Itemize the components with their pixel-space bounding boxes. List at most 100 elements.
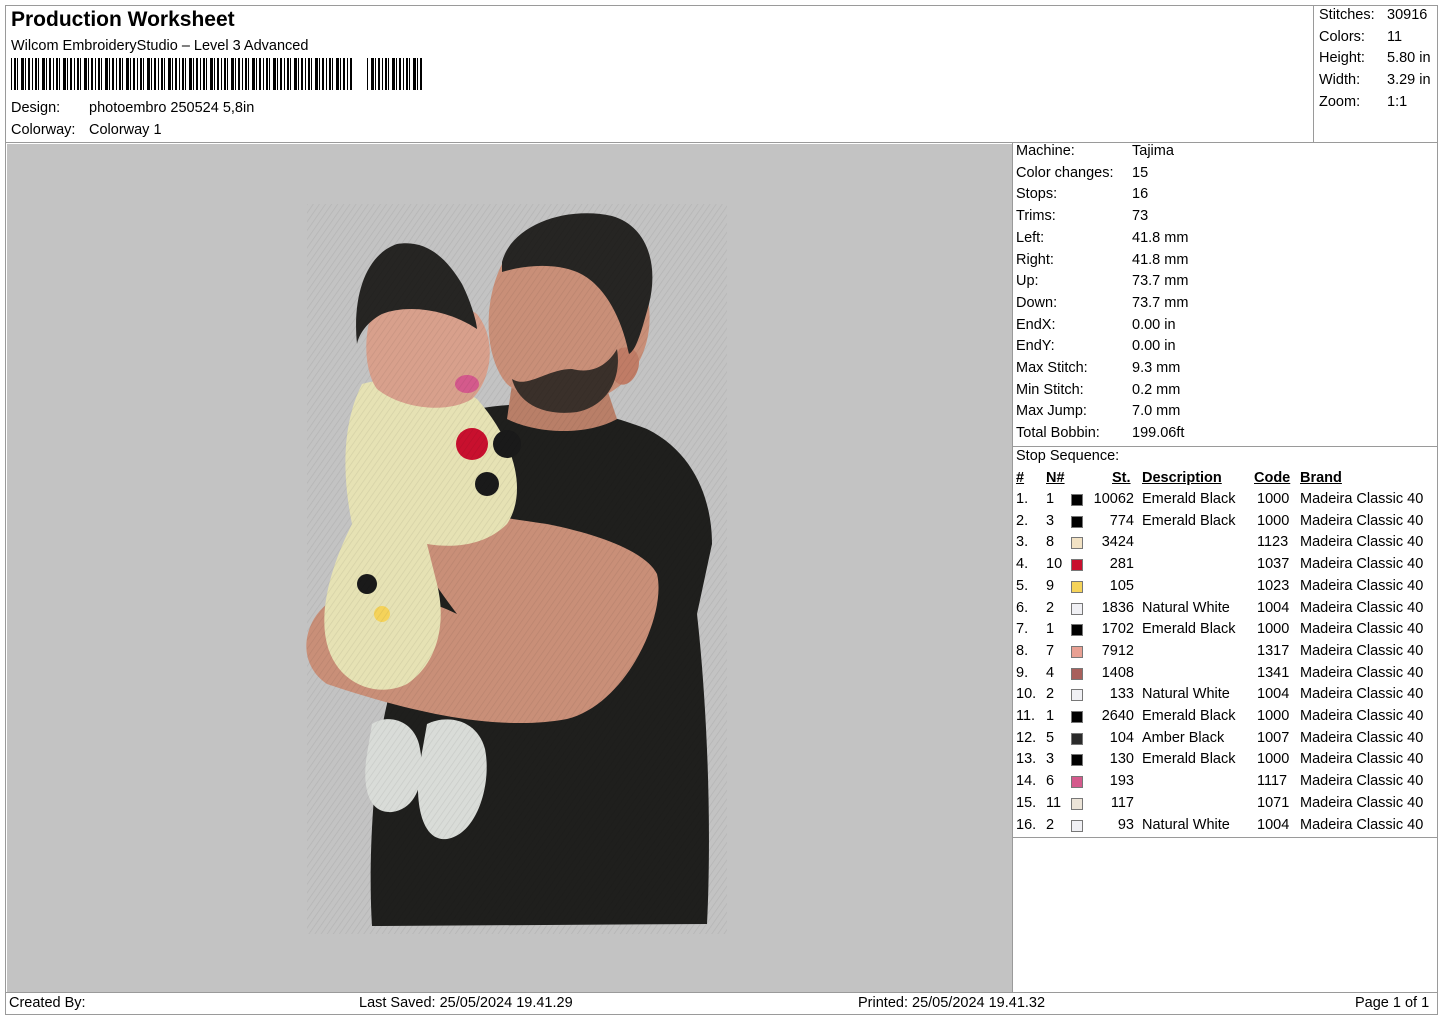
seq-brand: Madeira Classic 40 bbox=[1300, 512, 1424, 529]
summary-value: 11 bbox=[1387, 29, 1403, 45]
sequence-end-divider bbox=[1012, 837, 1438, 838]
seq-needle: 3 bbox=[1046, 512, 1055, 529]
summary-row-width: Width: 3.29 in bbox=[1319, 72, 1431, 88]
seq-needle: 5 bbox=[1046, 729, 1055, 746]
seq-brand: Madeira Classic 40 bbox=[1300, 751, 1424, 768]
seq-stitches: 2640 bbox=[1101, 708, 1134, 724]
machine-info-row: Right: 41.8 mm bbox=[1016, 252, 1188, 268]
seq-stitches: 3424 bbox=[1101, 534, 1134, 551]
machine-info-value: 41.8 mm bbox=[1132, 251, 1189, 268]
col-header-brand: Brand bbox=[1300, 470, 1342, 486]
page-number: Page 1 of 1 bbox=[1355, 995, 1430, 1011]
seq-needle: 8 bbox=[1046, 534, 1055, 551]
machine-info-row: Total Bobbin: 199.06ft bbox=[1016, 425, 1184, 441]
seq-code: 1000 bbox=[1257, 512, 1290, 529]
col-header-description: Description bbox=[1142, 470, 1222, 486]
design-canvas[interactable] bbox=[7, 144, 1012, 992]
machine-info-row: Up: 73.7 mm bbox=[1016, 273, 1188, 289]
design-row: Design: photoembro 250524 5,8in bbox=[11, 100, 254, 116]
printed-date: Printed: 25/05/2024 19.41.32 bbox=[858, 995, 1046, 1011]
seq-code: 1000 bbox=[1257, 491, 1290, 507]
machine-info-value: Tajima bbox=[1132, 143, 1174, 159]
machine-info-value: 0.00 in bbox=[1132, 316, 1176, 333]
seq-num: 14. bbox=[1016, 773, 1037, 790]
seq-stitches: 133 bbox=[1109, 686, 1134, 703]
col-header-num: # bbox=[1016, 470, 1025, 486]
seq-code: 1123 bbox=[1257, 534, 1289, 551]
seq-stitches: 105 bbox=[1109, 577, 1134, 594]
seq-needle: 2 bbox=[1046, 686, 1055, 703]
seq-stitches: 1702 bbox=[1101, 621, 1134, 638]
machine-info-label: Right: bbox=[1016, 251, 1054, 268]
seq-description: Natural White bbox=[1142, 599, 1230, 616]
machine-info-value: 41.8 mm bbox=[1132, 229, 1189, 246]
seq-code: 1000 bbox=[1257, 621, 1290, 638]
summary-row-colors: Colors: 11 bbox=[1319, 29, 1402, 45]
last-saved: Last Saved: 25/05/2024 19.41.29 bbox=[359, 995, 573, 1011]
barcode-image bbox=[11, 58, 422, 90]
machine-info-row: Color changes: 15 bbox=[1016, 165, 1148, 181]
seq-needle: 7 bbox=[1046, 642, 1055, 659]
seq-brand: Madeira Classic 40 bbox=[1300, 577, 1424, 594]
col-header-code: Code bbox=[1254, 470, 1291, 486]
seq-code: 1037 bbox=[1257, 556, 1290, 573]
seq-num: 2. bbox=[1016, 512, 1029, 529]
seq-brand: Madeira Classic 40 bbox=[1300, 599, 1424, 616]
seq-stitches: 774 bbox=[1109, 512, 1134, 529]
summary-row-stitches: Stitches: 30916 bbox=[1319, 7, 1427, 23]
seq-brand: Madeira Classic 40 bbox=[1300, 816, 1424, 833]
summary-label: Zoom: bbox=[1319, 94, 1361, 110]
seq-needle: 1 bbox=[1046, 621, 1055, 638]
design-value: photoembro 250524 5,8in bbox=[89, 100, 255, 116]
seq-description: Emerald Black bbox=[1142, 512, 1236, 529]
seq-brand: Madeira Classic 40 bbox=[1300, 621, 1424, 638]
summary-label: Stitches: bbox=[1319, 7, 1375, 23]
seq-code: 1007 bbox=[1257, 729, 1290, 746]
colorway-value: Colorway 1 bbox=[89, 122, 162, 138]
machine-info-value: 7.0 mm bbox=[1132, 403, 1181, 420]
colorway-row: Colorway: Colorway 1 bbox=[11, 122, 162, 138]
design-label: Design: bbox=[11, 100, 61, 116]
machine-info-divider bbox=[1012, 446, 1438, 447]
col-header-n: N# bbox=[1046, 470, 1065, 486]
seq-brand: Madeira Classic 40 bbox=[1300, 773, 1424, 790]
machine-info-row: Left: 41.8 mm bbox=[1016, 230, 1188, 246]
machine-info-value: 15 bbox=[1132, 164, 1149, 181]
summary-label: Width: bbox=[1319, 72, 1361, 88]
machine-info-row: Machine: Tajima bbox=[1016, 143, 1174, 159]
seq-num: 12. bbox=[1016, 729, 1037, 746]
summary-value: 3.29 in bbox=[1387, 72, 1431, 88]
col-header-st: St. bbox=[1112, 470, 1131, 486]
seq-code: 1004 bbox=[1257, 686, 1290, 703]
seq-needle: 3 bbox=[1046, 751, 1055, 768]
machine-info-value: 73.7 mm bbox=[1132, 273, 1189, 290]
seq-num: 10. bbox=[1016, 686, 1037, 703]
seq-code: 1117 bbox=[1257, 773, 1288, 790]
machine-info-label: EndY: bbox=[1016, 338, 1055, 355]
seq-stitches: 193 bbox=[1109, 773, 1134, 790]
seq-num: 1. bbox=[1016, 491, 1029, 507]
software-name: Wilcom EmbroideryStudio – Level 3 Advanc… bbox=[11, 38, 309, 54]
seq-brand: Madeira Classic 40 bbox=[1300, 534, 1424, 551]
seq-code: 1023 bbox=[1257, 577, 1290, 594]
seq-needle: 4 bbox=[1046, 664, 1055, 681]
seq-description: Emerald Black bbox=[1142, 491, 1236, 507]
seq-brand: Madeira Classic 40 bbox=[1300, 708, 1424, 724]
summary-row-zoom: Zoom: 1:1 bbox=[1319, 94, 1407, 110]
seq-description: Emerald Black bbox=[1142, 708, 1236, 724]
seq-description: Emerald Black bbox=[1142, 751, 1236, 768]
seq-brand: Madeira Classic 40 bbox=[1300, 794, 1424, 811]
machine-info-value: 0.2 mm bbox=[1132, 381, 1181, 398]
seq-needle: 2 bbox=[1046, 599, 1055, 616]
seq-stitches: 1836 bbox=[1101, 599, 1134, 616]
seq-stitches: 130 bbox=[1109, 751, 1134, 768]
seq-description: Natural White bbox=[1142, 816, 1230, 833]
canvas-divider bbox=[1012, 142, 1013, 993]
machine-info-value: 16 bbox=[1132, 186, 1149, 203]
stop-sequence-title: Stop Sequence: bbox=[1016, 448, 1120, 464]
machine-info-row: Min Stitch: 0.2 mm bbox=[1016, 382, 1180, 398]
machine-info-value: 199.06ft bbox=[1132, 425, 1185, 442]
machine-info-label: Min Stitch: bbox=[1016, 381, 1084, 398]
seq-code: 1004 bbox=[1257, 816, 1290, 833]
machine-info-label: Stops: bbox=[1016, 186, 1058, 203]
